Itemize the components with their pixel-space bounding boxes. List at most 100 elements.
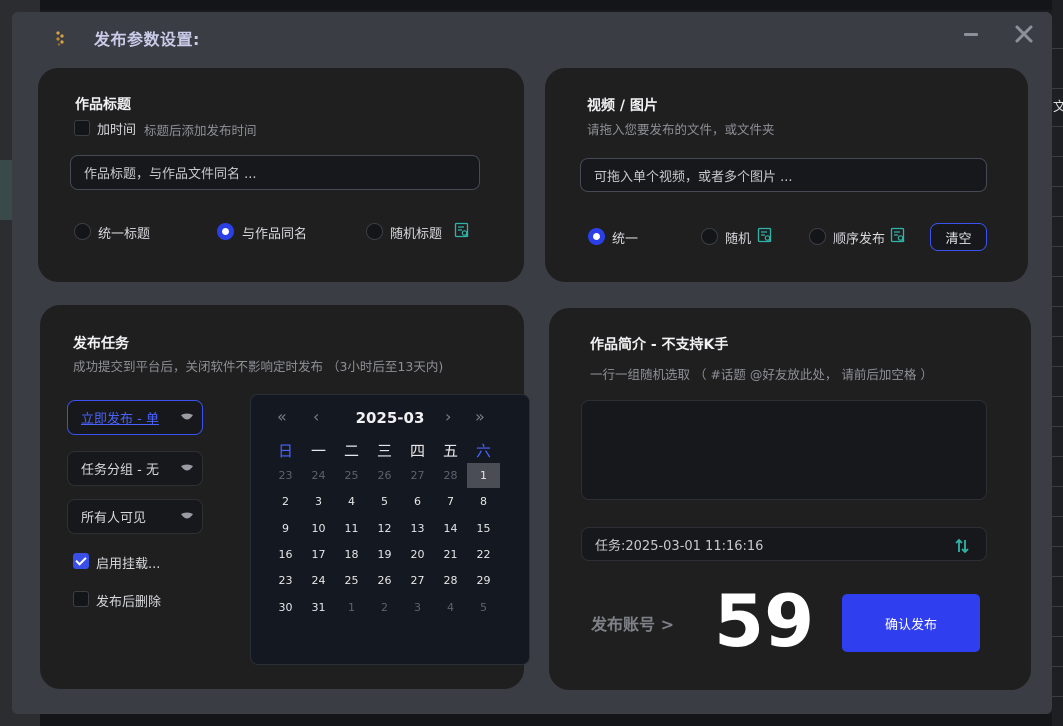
radio-random-media[interactable] (701, 228, 718, 245)
media-card-hint: 请拖入您要发布的文件，或文件夹 (587, 122, 775, 137)
calendar-day[interactable]: 9 (269, 516, 302, 541)
next-year-button[interactable]: » (475, 407, 485, 426)
calendar-day[interactable]: 1 (335, 595, 368, 620)
calendar-day[interactable]: 28 (434, 568, 467, 593)
calendar-day[interactable]: 13 (401, 516, 434, 541)
calendar-day[interactable]: 3 (302, 489, 335, 514)
calendar-day[interactable]: 24 (302, 463, 335, 488)
task-group-value: 任务分组 - 无 (81, 463, 159, 478)
edit-list-icon[interactable] (757, 227, 773, 243)
delete-after-checkbox[interactable] (73, 591, 89, 607)
calendar-weekday: 日 (277, 442, 293, 460)
close-icon[interactable] (1012, 22, 1036, 46)
calendar-day[interactable]: 2 (269, 489, 302, 514)
calendar-day[interactable]: 21 (434, 542, 467, 567)
task-card: 发布任务 成功提交到平台后，关闭软件不影响定时发布 （3小时后至13天内) 立即… (40, 305, 530, 689)
dropdown-caret-icon (181, 512, 193, 519)
add-time-hint: 标题后添加发布时间 (144, 123, 257, 138)
visibility-select[interactable]: 所有人可见 (67, 499, 203, 534)
radio-unified-media[interactable] (588, 228, 605, 245)
calendar-day[interactable]: 30 (269, 595, 302, 620)
calendar-day[interactable]: 26 (368, 568, 401, 593)
calendar-day-selected[interactable]: 1 (467, 463, 500, 488)
enable-mount-checkbox[interactable] (73, 553, 89, 569)
description-textarea[interactable] (581, 400, 987, 500)
radio-random-media-label: 随机 (725, 232, 752, 247)
calendar-weekday: 四 (409, 442, 425, 460)
calendar-day[interactable]: 26 (368, 463, 401, 488)
task-time-field[interactable]: 任务:2025-03-01 11:16:16 (581, 527, 987, 561)
account-link[interactable]: 发布账号 > (591, 611, 674, 635)
confirm-publish-button[interactable]: 确认发布 (842, 594, 980, 652)
calendar-day[interactable]: 19 (368, 542, 401, 567)
sort-toggle-icon[interactable] (954, 538, 970, 554)
account-count: 59 (714, 579, 815, 663)
calendar-day[interactable]: 25 (335, 463, 368, 488)
calendar-day[interactable]: 5 (368, 489, 401, 514)
task-group-select[interactable]: 任务分组 - 无 (67, 451, 203, 486)
app-logo-icon (56, 31, 64, 46)
calendar-day[interactable]: 17 (302, 542, 335, 567)
dropdown-caret-icon (181, 464, 193, 471)
title-card: 作品标题 加时间 标题后添加发布时间 作品标题，与作品文件同名 ... 统一标题… (38, 68, 524, 282)
calendar-day[interactable]: 12 (368, 516, 401, 541)
calendar-day[interactable]: 18 (335, 542, 368, 567)
background-glyph: 文 (1053, 100, 1063, 115)
calendar-day[interactable]: 28 (434, 463, 467, 488)
calendar-day[interactable]: 10 (302, 516, 335, 541)
calendar-day[interactable]: 16 (269, 542, 302, 567)
calendar-day[interactable]: 11 (335, 516, 368, 541)
radio-sequential-media[interactable] (809, 228, 826, 245)
calendar-day[interactable]: 29 (467, 568, 500, 593)
radio-random-title[interactable] (366, 223, 383, 240)
description-card-heading: 作品简介 - 不支持K手 (590, 337, 729, 353)
radio-random-title-label: 随机标题 (390, 227, 443, 242)
calendar-day[interactable]: 2 (368, 595, 401, 620)
publish-settings-dialog: 发布参数设置: 作品标题 加时间 标题后添加发布时间 作品标题，与作品文件同名 … (12, 12, 1052, 714)
title-input[interactable]: 作品标题，与作品文件同名 ... (70, 155, 480, 190)
calendar-day[interactable]: 27 (401, 463, 434, 488)
radio-unified-media-label: 统一 (612, 232, 639, 247)
calendar-day[interactable]: 23 (269, 568, 302, 593)
calendar-day[interactable]: 4 (434, 595, 467, 620)
calendar-day[interactable]: 14 (434, 516, 467, 541)
calendar-day[interactable]: 22 (467, 542, 500, 567)
radio-sequential-media-label: 顺序发布 (833, 232, 886, 247)
clear-button[interactable]: 清空 (930, 223, 987, 251)
calendar-day[interactable]: 3 (401, 595, 434, 620)
calendar-day[interactable]: 4 (335, 489, 368, 514)
calendar-day[interactable]: 23 (269, 463, 302, 488)
calendar-day[interactable]: 15 (467, 516, 500, 541)
calendar-day[interactable]: 6 (401, 489, 434, 514)
radio-same-as-file[interactable] (217, 223, 234, 240)
calendar-day[interactable]: 24 (302, 568, 335, 593)
task-card-hint: 成功提交到平台后，关闭软件不影响定时发布 （3小时后至13天内) (73, 359, 444, 374)
radio-unified-title-label: 统一标题 (98, 227, 151, 242)
publish-mode-select[interactable]: 立即发布 - 单 (67, 400, 203, 435)
calendar-day[interactable]: 5 (467, 595, 500, 620)
task-time-value: 任务:2025-03-01 11:16:16 (595, 538, 764, 554)
calendar-day[interactable]: 25 (335, 568, 368, 593)
dialog-titlebar[interactable]: 发布参数设置: (12, 12, 1052, 62)
publish-mode-value: 立即发布 - 单 (81, 412, 159, 427)
date-picker-calendar: « ‹ 2025-03 › » 日一二三四五六 23 24 25 26 27 28 1 2 3 4 5… (250, 394, 530, 665)
next-month-button[interactable]: › (445, 407, 451, 426)
radio-unified-title[interactable] (74, 223, 91, 240)
edit-list-icon[interactable] (890, 227, 906, 243)
dropdown-caret-icon (181, 413, 193, 420)
media-drop-input[interactable]: 可拖入单个视频，或者多个图片 ... (580, 158, 987, 192)
background-bottom-bar (40, 714, 1063, 726)
calendar-day[interactable]: 8 (467, 489, 500, 514)
calendar-weekday: 三 (376, 442, 392, 460)
radio-same-as-file-label: 与作品同名 (242, 227, 308, 242)
add-time-checkbox[interactable] (74, 120, 90, 136)
background-top-bar (40, 0, 1063, 10)
calendar-weekday: 五 (442, 442, 458, 460)
calendar-day[interactable]: 7 (434, 489, 467, 514)
edit-list-icon[interactable] (454, 222, 470, 238)
calendar-day[interactable]: 27 (401, 568, 434, 593)
minimize-button[interactable] (959, 22, 983, 46)
calendar-day[interactable]: 31 (302, 595, 335, 620)
calendar-day[interactable]: 20 (401, 542, 434, 567)
calendar-month-label[interactable]: 2025-03 (251, 409, 529, 427)
